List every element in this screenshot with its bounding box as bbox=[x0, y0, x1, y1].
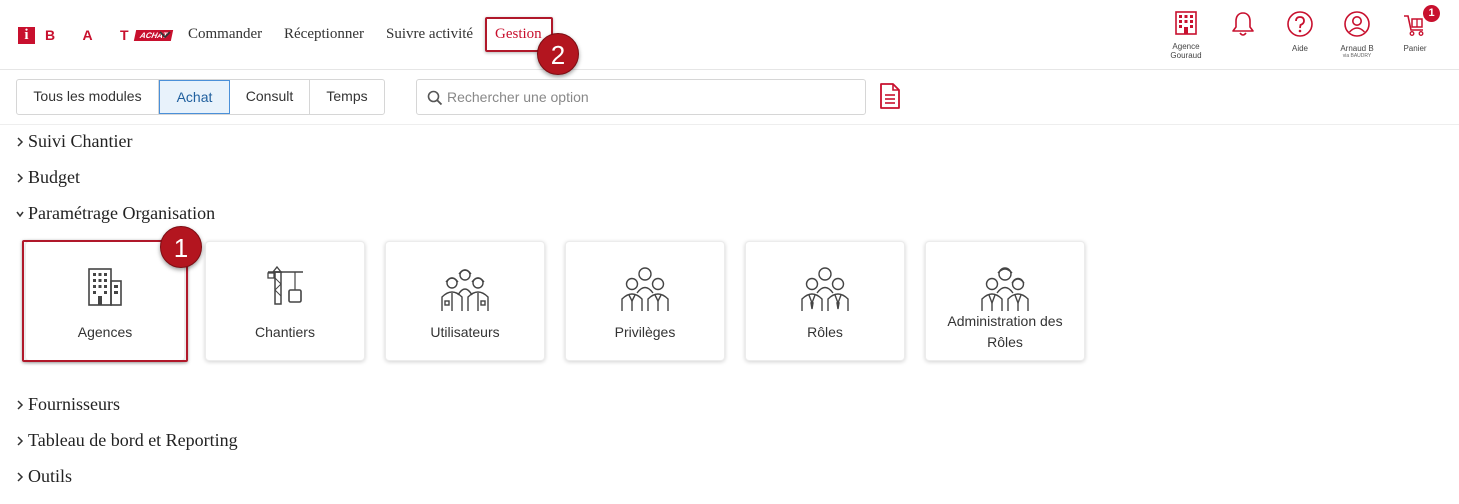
card-privileges[interactable]: Privilèges bbox=[565, 241, 725, 361]
chevron-right-icon bbox=[17, 172, 24, 183]
divider bbox=[0, 124, 1459, 125]
document-icon[interactable] bbox=[879, 83, 901, 109]
user-menu[interactable]: Arnaud B via BAUDRY bbox=[1330, 10, 1384, 59]
annotation-2: 2 bbox=[537, 33, 579, 75]
tab-tous-les-modules[interactable]: Tous les modules bbox=[17, 80, 159, 114]
card-utilisateurs[interactable]: Utilisateurs bbox=[385, 241, 545, 361]
chevron-right-icon bbox=[17, 471, 24, 482]
card-chantiers[interactable]: Chantiers bbox=[205, 241, 365, 361]
nav-commander[interactable]: Commander bbox=[188, 26, 262, 43]
chevron-right-icon bbox=[17, 136, 24, 147]
search-box bbox=[416, 79, 866, 115]
card-administration-des-roles[interactable]: Administration des Rôles bbox=[925, 241, 1085, 361]
agency-selector[interactable]: Agence Gouraud bbox=[1159, 10, 1213, 60]
tab-temps[interactable]: Temps bbox=[310, 80, 384, 114]
user-name: Arnaud B bbox=[1340, 44, 1374, 53]
roles-icon bbox=[801, 267, 849, 311]
bell-icon bbox=[1232, 12, 1254, 36]
card-label: Rôles bbox=[807, 324, 843, 340]
logo-letter: i bbox=[18, 26, 35, 44]
section-budget[interactable]: Budget bbox=[15, 167, 80, 188]
tab-achat[interactable]: Achat bbox=[159, 80, 230, 114]
card-label: Privilèges bbox=[614, 324, 676, 340]
section-label: Suivi Chantier bbox=[28, 131, 133, 151]
section-label: Budget bbox=[28, 167, 80, 187]
agency-line1: Agence bbox=[1172, 42, 1200, 51]
building-icon bbox=[1175, 11, 1197, 35]
tab-consult[interactable]: Consult bbox=[230, 80, 310, 114]
chevron-right-icon bbox=[17, 435, 24, 446]
chevron-down-icon bbox=[16, 211, 24, 217]
section-suivi-chantier[interactable]: Suivi Chantier bbox=[15, 131, 133, 152]
card-roles[interactable]: Rôles bbox=[745, 241, 905, 361]
section-tableau-de-bord[interactable]: Tableau de bord et Reporting bbox=[15, 430, 238, 451]
section-fournisseurs[interactable]: Fournisseurs bbox=[15, 394, 120, 415]
help-button[interactable]: Aide bbox=[1273, 10, 1327, 53]
search-icon bbox=[427, 90, 443, 106]
section-parametrage-organisation[interactable]: Paramétrage Organisation bbox=[15, 203, 215, 224]
chevron-right-icon bbox=[17, 399, 24, 410]
card-label: Chantiers bbox=[255, 324, 315, 340]
chevron-down-icon[interactable] bbox=[159, 27, 171, 43]
nav-suivre-activite[interactable]: Suivre activité bbox=[386, 26, 473, 43]
nav-receptionner[interactable]: Réceptionner bbox=[284, 26, 364, 43]
notifications-button[interactable] bbox=[1216, 10, 1270, 38]
cart-label: Panier bbox=[1403, 44, 1427, 53]
help-label: Aide bbox=[1291, 44, 1308, 53]
search-input[interactable] bbox=[447, 86, 847, 108]
module-tabs: Tous les modules Achat Consult Temps bbox=[16, 79, 385, 115]
section-label: Fournisseurs bbox=[28, 394, 121, 414]
admin-roles-icon bbox=[981, 267, 1029, 311]
crane-icon bbox=[267, 265, 303, 305]
card-label: Utilisateurs bbox=[430, 324, 500, 340]
ibat-logo[interactable]: i B A T ACHAT bbox=[18, 26, 174, 44]
logo-name: B A T bbox=[45, 27, 141, 43]
user-sub: via BAUDRY bbox=[1342, 53, 1372, 59]
agency-line2: Gouraud bbox=[1170, 51, 1202, 60]
people-icon bbox=[621, 267, 669, 311]
user-icon bbox=[1344, 11, 1370, 37]
section-label: Tableau de bord et Reporting bbox=[28, 430, 238, 450]
section-outils[interactable]: Outils bbox=[15, 466, 72, 487]
section-label: Outils bbox=[28, 466, 73, 486]
cart-count-badge: 1 bbox=[1423, 5, 1440, 22]
annotation-1: 1 bbox=[160, 226, 202, 268]
section-label: Paramétrage Organisation bbox=[28, 203, 216, 223]
question-icon bbox=[1287, 11, 1313, 37]
top-bar: i B A T ACHAT Commander Réceptionner Sui… bbox=[0, 0, 1459, 70]
workers-icon bbox=[441, 269, 489, 311]
card-label: Administration des bbox=[947, 313, 1063, 329]
card-label-line2: Rôles bbox=[987, 334, 1023, 350]
